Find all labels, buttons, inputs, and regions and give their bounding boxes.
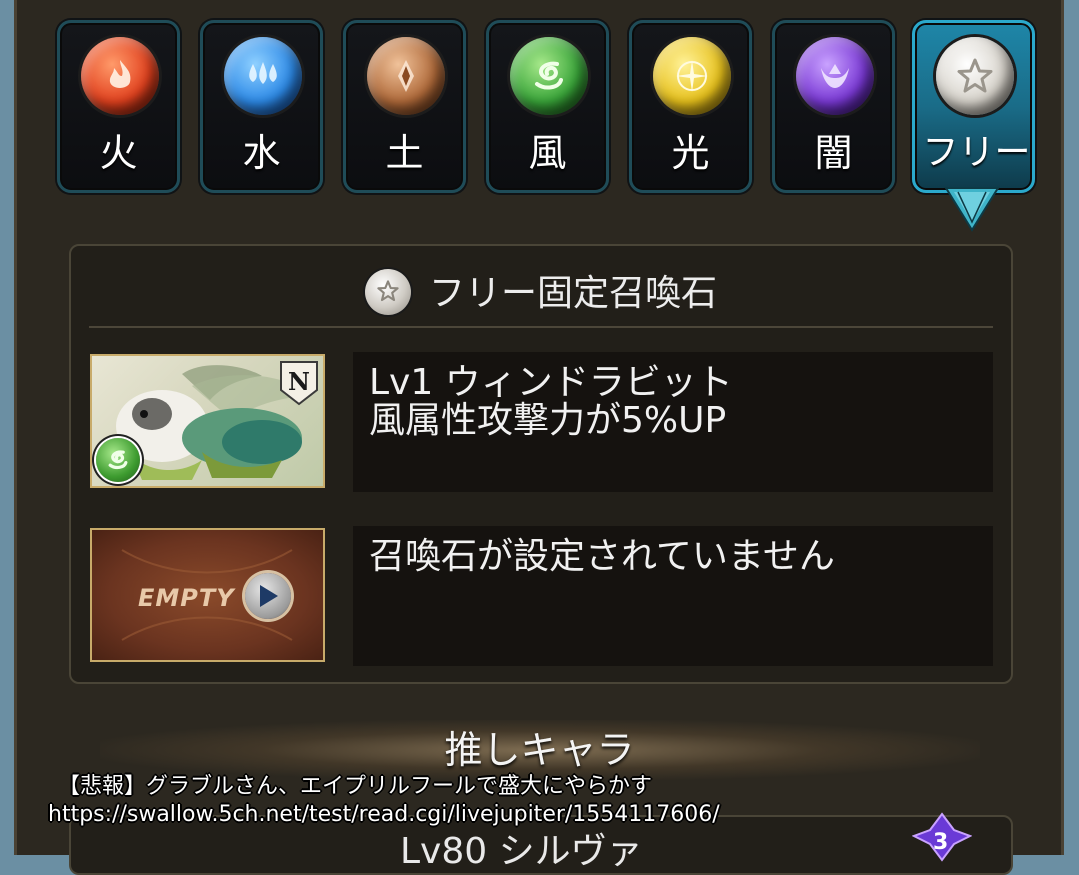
summon-name-level: Lv1 ウィンドラビット xyxy=(369,362,733,403)
character-name-level: Lv80 シルヴァ xyxy=(400,831,643,872)
dark-icon xyxy=(796,37,874,115)
tab-water[interactable]: 水 xyxy=(200,20,323,193)
empty-slot-description: 召喚石が設定されていません xyxy=(353,526,993,666)
empty-summon-slot-button[interactable]: EMPTY xyxy=(90,528,325,662)
tab-dark[interactable]: 闇 xyxy=(772,20,895,193)
empty-label: EMPTY xyxy=(138,584,235,612)
element-tab-bar: 火 水 土 風 光 闇 フリー xyxy=(57,20,1037,195)
tab-wind[interactable]: 風 xyxy=(486,20,609,193)
play-icon xyxy=(245,573,291,619)
svg-text:N: N xyxy=(288,367,310,396)
light-icon xyxy=(653,37,731,115)
wind-icon xyxy=(96,438,140,482)
tab-label: 風 xyxy=(528,131,567,175)
rarity-n-badge-icon: N xyxy=(280,361,318,406)
section-title: 推しキャラ xyxy=(444,728,635,772)
divider xyxy=(89,326,993,328)
summon-description: Lv1 ウィンドラビット 風属性攻撃力が5%UP xyxy=(353,352,993,492)
caption-url: https://swallow.5ch.net/test/read.cgi/li… xyxy=(48,802,720,827)
tab-earth[interactable]: 土 xyxy=(343,20,466,193)
star-icon xyxy=(936,37,1014,115)
tab-light[interactable]: 光 xyxy=(629,20,752,193)
gem-number: 3 xyxy=(933,830,949,855)
tab-label: 水 xyxy=(242,131,281,175)
panel-title-text: フリー固定召喚石 xyxy=(428,273,717,314)
tab-label: 光 xyxy=(671,131,710,175)
water-icon xyxy=(224,37,302,115)
summon-panel: フリー固定召喚石 N Lv1 ウィンドラビット 風属性攻撃力が5%UP EMPT… xyxy=(69,244,1013,684)
tab-label: 火 xyxy=(99,131,138,175)
tab-label: フリー xyxy=(922,132,1031,173)
tab-free[interactable]: フリー xyxy=(912,20,1035,193)
tab-label: 闇 xyxy=(814,131,853,175)
caption-title: 【悲報】グラブルさん、エイプリルフールで盛大にやらかす xyxy=(58,774,653,799)
selected-tab-pointer-icon xyxy=(944,187,1000,232)
fire-icon xyxy=(81,37,159,115)
summon-thumbnail-wind-rabbit[interactable]: N xyxy=(90,354,325,488)
tab-fire[interactable]: 火 xyxy=(57,20,180,193)
tab-label: 土 xyxy=(385,131,424,175)
summon-effect: 風属性攻撃力が5%UP xyxy=(369,400,727,441)
panel-title: フリー固定召喚石 xyxy=(71,269,1011,318)
empty-slot-text: 召喚石が設定されていません xyxy=(369,536,835,577)
wind-icon xyxy=(510,37,588,115)
earth-icon xyxy=(367,37,445,115)
star-icon xyxy=(364,269,411,315)
